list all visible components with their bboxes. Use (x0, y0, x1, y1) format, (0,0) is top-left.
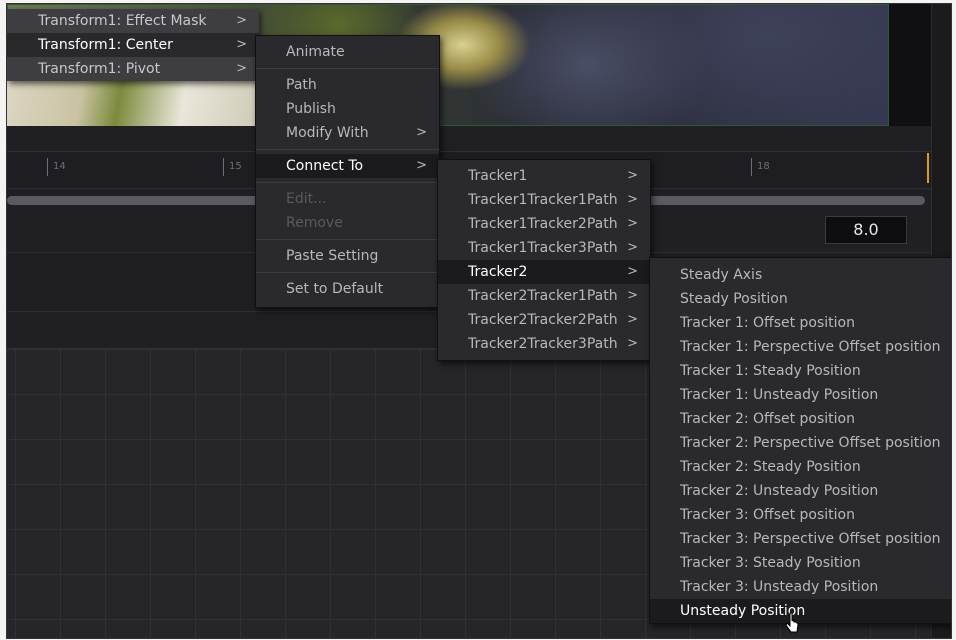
menu-item-tracker3-perspective-offset-position[interactable]: Tracker 3: Perspective Offset position (650, 527, 951, 551)
menu-separator (256, 272, 439, 273)
menu-item-tracker2-offset-position[interactable]: Tracker 2: Offset position (650, 407, 951, 431)
chevron-right-icon: > (627, 264, 638, 279)
menu-item-label: Tracker1 (468, 168, 528, 184)
menu-item-label: Tracker2Tracker3Path (468, 336, 618, 352)
chevron-right-icon: > (627, 168, 638, 183)
menu-item-tracker3-unsteady-position[interactable]: Tracker 3: Unsteady Position (650, 575, 951, 599)
menu-separator (256, 239, 439, 240)
menu-item-transform1-effect-mask[interactable]: Transform1: Effect Mask > (7, 9, 259, 33)
menu-item-label: Tracker1Tracker1Path (468, 192, 618, 208)
menu-item-set-to-default[interactable]: Set to Default (256, 277, 439, 301)
chevron-right-icon: > (627, 240, 638, 255)
menu-item-tracker3-steady-position[interactable]: Tracker 3: Steady Position (650, 551, 951, 575)
menu-item-label: Tracker1Tracker2Path (468, 216, 618, 232)
menu-item-label: Tracker2 (468, 264, 528, 280)
menu-item-label: Tracker1Tracker3Path (468, 240, 618, 256)
menu-item-tracker2-tracker2-path[interactable]: Tracker2Tracker2Path > (438, 308, 650, 332)
menu-separator (256, 182, 439, 183)
chevron-right-icon: > (627, 216, 638, 231)
menu-item-tracker1-tracker2-path[interactable]: Tracker1Tracker2Path > (438, 212, 650, 236)
menu-item-connect-to[interactable]: Connect To > (256, 154, 439, 178)
menu-item-tracker1-offset-position[interactable]: Tracker 1: Offset position (650, 311, 951, 335)
ruler-tick-label: 15 (223, 158, 242, 176)
menu-item-label: Publish (286, 101, 336, 117)
value-field[interactable]: 8.0 (825, 216, 907, 244)
menu-item-tracker2-steady-position[interactable]: Tracker 2: Steady Position (650, 455, 951, 479)
menu-item-tracker3-offset-position[interactable]: Tracker 3: Offset position (650, 503, 951, 527)
chevron-right-icon: > (416, 158, 427, 173)
ruler-tick-label: 18 (751, 158, 770, 176)
menu-item-transform1-center[interactable]: Transform1: Center > (7, 33, 259, 57)
menu-item-steady-axis[interactable]: Steady Axis (650, 263, 951, 287)
chevron-right-icon: > (627, 288, 638, 303)
menu-item-steady-position[interactable]: Steady Position (650, 287, 951, 311)
menu-item-tracker1-perspective-offset-position[interactable]: Tracker 1: Perspective Offset position (650, 335, 951, 359)
menu-item-label: Set to Default (286, 281, 384, 297)
connect-to-submenu: Tracker1 > Tracker1Tracker1Path > Tracke… (437, 159, 651, 361)
menu-item-edit: Edit... (256, 187, 439, 211)
menu-item-tracker2-unsteady-position[interactable]: Tracker 2: Unsteady Position (650, 479, 951, 503)
tracker2-output-submenu: Steady Axis Steady Position Tracker 1: O… (649, 257, 951, 624)
menu-item-tracker2-perspective-offset-position[interactable]: Tracker 2: Perspective Offset position (650, 431, 951, 455)
menu-item-label: Transform1: Center (38, 37, 173, 53)
menu-item-remove: Remove (256, 211, 439, 235)
application-window: 14 15 18 8.0 Transform1: Effect Mask > T… (6, 3, 952, 639)
menu-item-label: Modify With (286, 125, 369, 141)
menu-item-label: Remove (286, 215, 343, 231)
chevron-right-icon: > (416, 125, 427, 140)
menu-item-modify-with[interactable]: Modify With > (256, 121, 439, 145)
menu-item-animate[interactable]: Animate (256, 40, 439, 64)
chevron-right-icon: > (627, 336, 638, 351)
menu-item-tracker2-tracker1-path[interactable]: Tracker2Tracker1Path > (438, 284, 650, 308)
menu-item-tracker1-steady-position[interactable]: Tracker 1: Steady Position (650, 359, 951, 383)
menu-item-tracker2-tracker3-path[interactable]: Tracker2Tracker3Path > (438, 332, 650, 356)
menu-item-label: Tracker2Tracker1Path (468, 288, 618, 304)
menu-item-label: Transform1: Pivot (38, 61, 161, 77)
pointer-cursor-icon (785, 612, 799, 633)
menu-item-path[interactable]: Path (256, 73, 439, 97)
menu-item-tracker1-unsteady-position[interactable]: Tracker 1: Unsteady Position (650, 383, 951, 407)
chevron-right-icon: > (236, 61, 247, 76)
menu-item-label: Tracker2Tracker2Path (468, 312, 618, 328)
menu-item-label: Paste Setting (286, 248, 379, 264)
playhead[interactable] (927, 153, 929, 183)
menu-item-tracker1[interactable]: Tracker1 > (438, 164, 650, 188)
menu-item-label: Path (286, 77, 317, 93)
ruler-tick-label: 14 (47, 158, 66, 176)
transform-parameter-menu: Transform1: Effect Mask > Transform1: Ce… (7, 9, 259, 81)
menu-item-tracker1-tracker1-path[interactable]: Tracker1Tracker1Path > (438, 188, 650, 212)
parameter-context-menu: Animate Path Publish Modify With > Conne… (255, 35, 440, 308)
menu-item-label: Transform1: Effect Mask (38, 13, 207, 29)
menu-item-transform1-pivot[interactable]: Transform1: Pivot > (7, 57, 259, 81)
menu-item-unsteady-position[interactable]: Unsteady Position (650, 599, 951, 623)
menu-item-label: Connect To (286, 158, 364, 174)
chevron-right-icon: > (627, 192, 638, 207)
chevron-right-icon: > (236, 37, 247, 52)
chevron-right-icon: > (627, 312, 638, 327)
menu-separator (256, 68, 439, 69)
menu-item-tracker1-tracker3-path[interactable]: Tracker1Tracker3Path > (438, 236, 650, 260)
menu-item-label: Animate (286, 44, 345, 60)
menu-item-paste-setting[interactable]: Paste Setting (256, 244, 439, 268)
chevron-right-icon: > (236, 13, 247, 28)
menu-item-tracker2[interactable]: Tracker2 > (438, 260, 650, 284)
menu-item-label: Edit... (286, 191, 327, 207)
menu-separator (256, 149, 439, 150)
menu-item-publish[interactable]: Publish (256, 97, 439, 121)
